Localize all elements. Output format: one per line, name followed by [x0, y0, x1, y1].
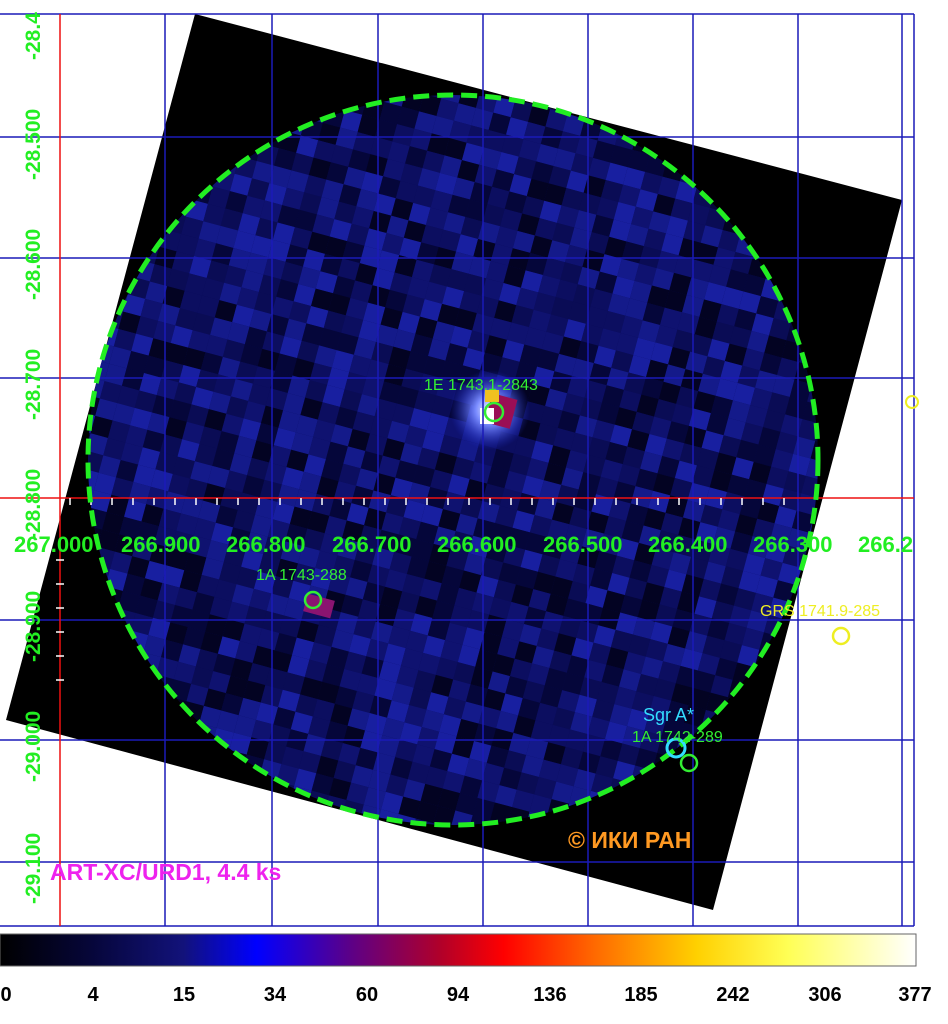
colorbar-label: 377 [898, 984, 932, 1006]
source-marker-edge [905, 395, 919, 409]
colorbar-label: 15 [172, 984, 196, 1006]
colorbar-label: 4 [87, 984, 99, 1006]
dec-tick-label: -28.500 [22, 109, 45, 180]
ra-tick-label: 266.900 [121, 532, 201, 557]
colorbar [0, 933, 917, 967]
source-label: GRS 1741.9-285 [760, 603, 880, 620]
dec-tick-label: -28.700 [22, 349, 45, 420]
ra-tick-label: 266.500 [543, 532, 623, 557]
copyright-label: © ИКИ РАН [568, 827, 691, 853]
source-label: 1A 1742-289 [632, 729, 723, 746]
colorbar-label: 242 [716, 984, 750, 1006]
colorbar-label: 136 [533, 984, 567, 1006]
source-label: Sgr A* [643, 705, 694, 725]
colorbar-label: 0 [0, 984, 12, 1006]
dec-tick-label: -28.800 [22, 469, 45, 540]
ra-tick-label: 266.800 [226, 532, 306, 557]
colorbar-label: 34 [263, 984, 287, 1006]
colorbar-label: 60 [355, 984, 379, 1006]
dec-tick-label: -28.4 [22, 12, 45, 60]
ra-tick-label: 266.300 [753, 532, 833, 557]
colorbar-labels: 0 4 15 34 60 94 136 185 242 306 377 [0, 984, 948, 1014]
dec-tick-label: -28.900 [22, 591, 45, 662]
ra-tick-label: 266.600 [437, 532, 517, 557]
dec-tick-label: -28.600 [22, 229, 45, 300]
colorbar-label: 306 [808, 984, 842, 1006]
ra-tick-label: 266.400 [648, 532, 728, 557]
dec-tick-label: -29.100 [22, 833, 45, 904]
sky-image: 267.000 266.900 266.800 266.700 266.600 … [0, 12, 919, 967]
ra-tick-label: 266.700 [332, 532, 412, 557]
colorbar-label: 94 [446, 984, 470, 1006]
source-label: 1A 1743-288 [256, 567, 347, 584]
instrument-label: ART-XC/URD1, 4.4 ks [50, 859, 281, 885]
ra-tick-label: 266.2 [858, 532, 913, 557]
source-label: 1E 1743.1-2843 [424, 377, 538, 394]
dec-tick-label: -29.000 [22, 711, 45, 782]
colorbar-label: 185 [624, 984, 658, 1006]
